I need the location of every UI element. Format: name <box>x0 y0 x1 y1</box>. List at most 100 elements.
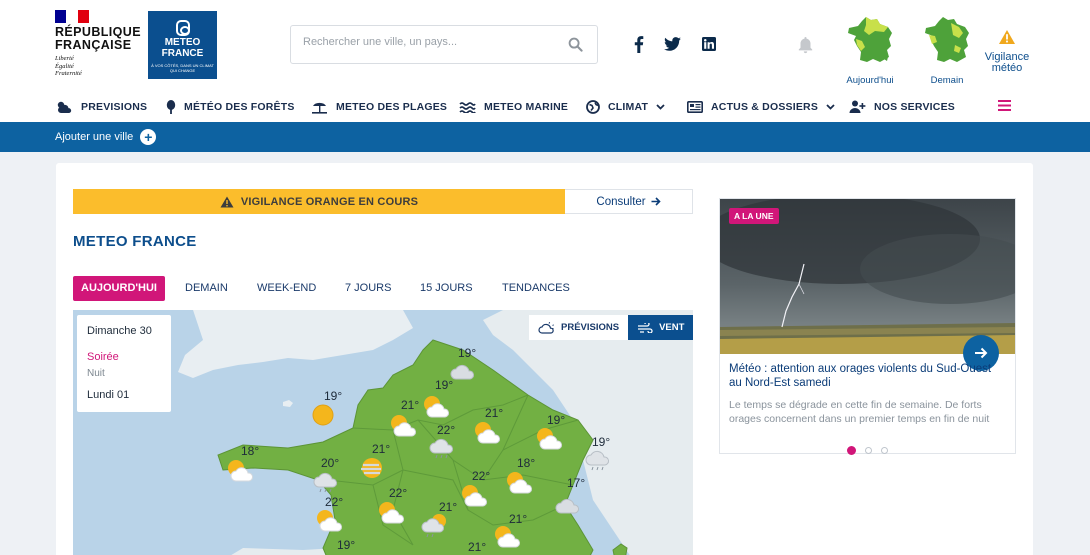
sun-cloud-icon <box>424 396 449 418</box>
cloud-icon <box>450 364 474 380</box>
chevron-down-icon <box>656 103 665 110</box>
twitter-icon[interactable] <box>664 37 681 51</box>
sun-cloud-icon <box>495 526 520 548</box>
carousel-dot[interactable] <box>847 446 856 455</box>
notification-bell-icon[interactable] <box>797 36 814 54</box>
vigilance-today[interactable]: Aujourd'hui <box>839 15 901 86</box>
temp-label: 19° <box>435 378 454 392</box>
rf-motto: Liberté Égalité Fraternité <box>55 55 82 77</box>
period-selector: Dimanche 30 Soirée Nuit Lundi 01 <box>77 315 171 412</box>
search-icon[interactable] <box>568 37 583 52</box>
vigilance-banner: VIGILANCE ORANGE EN COURS Consulter <box>73 189 693 214</box>
nav-climat[interactable]: CLIMAT <box>586 91 665 122</box>
search-input[interactable] <box>303 36 553 48</box>
temp-label: 19° <box>547 413 566 427</box>
beach-icon <box>312 102 327 114</box>
arrow-right-icon <box>975 347 988 359</box>
day-lundi[interactable]: Lundi 01 <box>87 389 129 401</box>
wind-icon <box>638 322 653 333</box>
nav-meteo-des-forets[interactable]: MÉTÉO DES FORÊTS <box>166 91 295 122</box>
tab-aujourdhui[interactable]: AUJOURD'HUI <box>73 276 165 301</box>
temp-label: 21° <box>485 406 504 420</box>
period-nuit[interactable]: Nuit <box>87 368 105 379</box>
carousel-dot[interactable] <box>881 447 888 454</box>
storm-photo: A LA UNE <box>720 199 1015 354</box>
tab-7-jours[interactable]: 7 JOURS <box>345 276 391 301</box>
consulter-link[interactable]: Consulter <box>565 189 693 214</box>
search-box <box>290 25 598 64</box>
rain-cloud-icon <box>585 450 609 471</box>
temp-label: 17° <box>567 476 586 490</box>
temp-label: 19° <box>458 346 477 360</box>
temp-label: 19° <box>592 435 611 449</box>
newspaper-icon <box>687 100 703 113</box>
add-city-button[interactable]: Ajouter une ville + <box>55 129 157 145</box>
tab-week-end[interactable]: WEEK-END <box>257 276 316 301</box>
nav-meteo-des-plages[interactable]: METEO DES PLAGES <box>311 91 447 122</box>
tab-15-jours[interactable]: 15 JOURS <box>420 276 473 301</box>
temp-label: 21° <box>401 398 420 412</box>
toggle-previsions[interactable]: PRÉVISIONS <box>529 315 629 340</box>
toggle-vent[interactable]: VENT <box>628 315 693 340</box>
tab-demain[interactable]: DEMAIN <box>185 276 228 301</box>
nav-nos-services[interactable]: NOS SERVICES <box>849 91 955 122</box>
nav-actus-dossiers[interactable]: ACTUS & DOSSIERS <box>687 91 835 122</box>
meteo-france-logo[interactable]: METEO FRANCE À VOS CÔTÉS, DANS UN CLIMAT… <box>148 11 217 79</box>
nav-previsions[interactable]: PREVISIONS <box>56 91 147 122</box>
temp-label: 20° <box>321 456 340 470</box>
temp-label: 18° <box>517 456 536 470</box>
globe-icon <box>586 99 600 114</box>
day-dimanche[interactable]: Dimanche 30 <box>87 325 152 337</box>
temp-label: 21° <box>439 500 458 514</box>
rain-cloud-icon <box>429 438 453 459</box>
a-la-une-badge: A LA UNE <box>729 208 779 224</box>
rain-cloud-icon <box>313 472 337 493</box>
warning-triangle-icon <box>220 196 234 207</box>
temp-label: 21° <box>468 540 487 554</box>
arrow-right-icon <box>651 197 661 206</box>
republique-francaise-logo[interactable]: RÉPUBLIQUE FRANÇAISE Liberté Égalité Fra… <box>55 10 141 78</box>
plus-circle-icon: + <box>140 129 157 145</box>
cloud-sun-icon <box>57 101 72 113</box>
warning-triangle-icon <box>999 30 1015 44</box>
sun-fog-icon <box>361 458 382 478</box>
map-layer-toggle: PRÉVISIONS VENT <box>529 315 693 340</box>
news-card[interactable]: A LA UNE Météo : attention aux orages vi… <box>719 198 1016 455</box>
temp-label: 22° <box>472 469 491 483</box>
city-bar: Ajouter une ville + <box>0 122 1090 152</box>
sun-cloud-icon <box>317 510 342 532</box>
facebook-icon[interactable] <box>633 36 644 53</box>
sun-icon <box>312 404 334 426</box>
cloud-icon <box>555 498 579 514</box>
site-header: RÉPUBLIQUE FRANÇAISE Liberté Égalité Fra… <box>0 0 1090 91</box>
sun-cloud-icon <box>475 422 500 444</box>
period-soiree[interactable]: Soirée <box>87 351 119 363</box>
rf-line2: FRANÇAISE <box>55 38 132 52</box>
french-flag-icon <box>55 10 89 23</box>
main-nav: PREVISIONS MÉTÉO DES FORÊTS METEO DES PL… <box>0 91 1090 122</box>
carousel-dot[interactable] <box>865 447 872 454</box>
temp-label: 19° <box>324 389 343 403</box>
news-headline[interactable]: Météo : attention aux orages violents du… <box>729 362 1004 390</box>
sun-cloud-icon <box>391 415 416 437</box>
linkedin-icon[interactable] <box>702 37 716 51</box>
france-vigilance-map-icon <box>925 17 969 62</box>
temp-label: 18° <box>241 444 260 458</box>
forecast-map[interactable]: Dimanche 30 Soirée Nuit Lundi 01 PRÉVISI… <box>73 310 693 555</box>
rain-sun-icon <box>421 514 446 538</box>
sun-cloud-icon <box>462 485 487 507</box>
tab-tendances[interactable]: TENDANCES <box>502 276 570 301</box>
vigilance-meteo-link[interactable]: Vigilance météo <box>980 29 1034 74</box>
temp-label: 22° <box>389 486 408 500</box>
temp-label: 22° <box>437 423 456 437</box>
nav-meteo-marine[interactable]: METEO MARINE <box>459 91 568 122</box>
sun-cloud-icon <box>507 472 532 494</box>
france-vigilance-map-icon <box>848 17 892 62</box>
carousel-dots <box>847 446 897 455</box>
waves-icon <box>459 101 476 113</box>
vigilance-tomorrow[interactable]: Demain <box>916 15 978 86</box>
hamburger-menu-icon[interactable] <box>998 100 1011 111</box>
vigilance-banner-status[interactable]: VIGILANCE ORANGE EN COURS <box>73 189 565 214</box>
cloud-sun-outline-icon <box>538 321 554 334</box>
meteo-france-mark-icon <box>175 20 190 36</box>
